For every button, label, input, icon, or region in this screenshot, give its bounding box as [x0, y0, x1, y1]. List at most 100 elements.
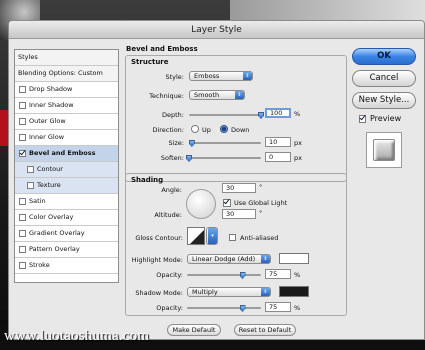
highlight-opacity-slider[interactable]	[187, 274, 261, 276]
drop-shadow-checkbox[interactable]	[19, 86, 26, 93]
style-item-label: Stroke	[29, 261, 50, 269]
anti-aliased-label: Anti-aliased	[240, 234, 279, 242]
style-item-stroke[interactable]: Stroke	[15, 258, 118, 274]
direction-down-radio[interactable]	[220, 125, 228, 133]
angle-input[interactable]: 30	[222, 183, 256, 193]
soften-slider[interactable]	[189, 157, 261, 159]
style-item-label: Inner Shadow	[29, 101, 74, 109]
shading-title: Shading	[131, 176, 164, 184]
shadow-opacity-unit: %	[294, 304, 301, 312]
style-select-value: Emboss	[194, 72, 220, 80]
new-style-button[interactable]: New Style...	[352, 92, 416, 109]
stroke-checkbox[interactable]	[19, 262, 26, 269]
chevron-updown-icon: ⇕	[261, 288, 270, 296]
style-item-color-overlay[interactable]: Color Overlay	[15, 210, 118, 226]
shadow-color-swatch[interactable]	[279, 286, 309, 297]
technique-label: Technique:	[149, 92, 184, 100]
technique-select-value: Smooth	[194, 91, 220, 99]
section-title: Bevel and Emboss	[126, 45, 198, 53]
anti-aliased-checkbox[interactable]	[229, 234, 236, 241]
cancel-button[interactable]: Cancel	[352, 70, 416, 87]
gloss-contour-label: Gloss Contour:	[135, 234, 183, 242]
style-item-outer-glow[interactable]: Outer Glow	[15, 114, 118, 130]
shadow-opacity-input[interactable]: 75	[265, 302, 291, 312]
direction-down-label: Down	[231, 126, 250, 134]
size-input[interactable]: 10	[265, 137, 291, 147]
size-slider[interactable]	[189, 142, 261, 144]
preview-checkbox[interactable]	[359, 114, 366, 123]
shadow-mode-label: Shadow Mode:	[135, 289, 183, 297]
highlight-color-swatch[interactable]	[279, 253, 309, 264]
style-item-bevel-and-emboss[interactable]: Bevel and Emboss	[15, 146, 118, 162]
styles-header[interactable]: Styles	[15, 50, 118, 66]
size-unit: px	[294, 139, 302, 147]
texture-checkbox[interactable]	[27, 182, 34, 189]
bevel-and-emboss-checkbox[interactable]	[19, 150, 26, 157]
shadow-opacity-label: Opacity:	[156, 304, 183, 312]
outer-glow-checkbox[interactable]	[19, 118, 26, 125]
use-global-light-label: Use Global Light	[234, 199, 288, 207]
shadow-opacity-slider[interactable]	[187, 307, 261, 309]
reset-to-default-button[interactable]: Reset to Default	[234, 324, 296, 336]
style-select[interactable]: Emboss ⇕	[189, 71, 253, 81]
depth-unit: %	[294, 110, 301, 118]
soften-input[interactable]: 0	[265, 152, 291, 162]
shadow-mode-value: Multiply	[192, 288, 218, 296]
soften-unit: px	[294, 154, 302, 162]
style-preview-thumbnail	[366, 132, 402, 168]
style-item-label: Texture	[37, 181, 61, 189]
make-default-button[interactable]: Make Default	[167, 324, 221, 336]
blending-options-item[interactable]: Blending Options: Custom	[15, 66, 118, 82]
style-item-satin[interactable]: Satin	[15, 194, 118, 210]
preview-swatch	[373, 139, 395, 161]
gloss-contour-picker[interactable]	[187, 227, 205, 245]
ok-button[interactable]: OK	[352, 48, 416, 65]
satin-checkbox[interactable]	[19, 198, 26, 205]
style-item-label: Drop Shadow	[29, 85, 73, 93]
style-item-label: Bevel and Emboss	[29, 149, 96, 157]
inner-glow-checkbox[interactable]	[19, 134, 26, 141]
style-item-label: Contour	[37, 165, 63, 173]
style-item-drop-shadow[interactable]: Drop Shadow	[15, 82, 118, 98]
style-item-texture[interactable]: Texture	[15, 178, 118, 194]
style-label: Style:	[165, 73, 184, 81]
depth-slider[interactable]	[189, 114, 261, 116]
preview-toggle[interactable]: Preview	[359, 114, 401, 123]
chevron-updown-icon: ⇕	[235, 91, 244, 99]
structure-title: Structure	[131, 58, 169, 66]
contour-curve-icon	[190, 230, 204, 244]
gloss-contour-dropdown[interactable]: ▾	[206, 227, 218, 245]
style-item-label: Outer Glow	[29, 117, 66, 125]
soften-label: Soften:	[160, 154, 184, 162]
highlight-mode-select[interactable]: Linear Dodge (Add) ⇕	[187, 254, 271, 264]
highlight-opacity-input[interactable]: 75	[265, 269, 291, 279]
style-item-inner-shadow[interactable]: Inner Shadow	[15, 98, 118, 114]
angle-label: Angle:	[161, 186, 182, 194]
pattern-overlay-checkbox[interactable]	[19, 246, 26, 253]
styles-list: Styles Blending Options: Custom Drop Sha…	[14, 49, 119, 283]
inner-shadow-checkbox[interactable]	[19, 102, 26, 109]
shadow-mode-select[interactable]: Multiply ⇕	[187, 287, 271, 297]
technique-select[interactable]: Smooth ⇕	[189, 90, 245, 100]
style-item-gradient-overlay[interactable]: Gradient Overlay	[15, 226, 118, 242]
direction-label: Direction:	[152, 126, 184, 134]
style-item-pattern-overlay[interactable]: Pattern Overlay	[15, 242, 118, 258]
chevron-down-icon: ▾	[208, 228, 217, 244]
contour-checkbox[interactable]	[27, 166, 34, 173]
style-item-label: Satin	[29, 197, 46, 205]
watermark-text: www.luotaoshuma.com	[4, 328, 150, 344]
color-overlay-checkbox[interactable]	[19, 214, 26, 221]
highlight-opacity-label: Opacity:	[156, 271, 183, 279]
style-item-contour[interactable]: Contour	[15, 162, 118, 178]
chevron-updown-icon: ⇕	[243, 72, 252, 80]
layer-style-dialog: Layer Style Styles Blending Options: Cus…	[8, 20, 425, 340]
gradient-overlay-checkbox[interactable]	[19, 230, 26, 237]
angle-dial[interactable]	[186, 189, 216, 219]
style-item-inner-glow[interactable]: Inner Glow	[15, 130, 118, 146]
use-global-light-checkbox[interactable]	[223, 199, 231, 207]
direction-up-radio[interactable]	[191, 125, 199, 133]
depth-input[interactable]: 100	[265, 108, 291, 118]
preview-label: Preview	[370, 114, 402, 123]
style-item-label: Gradient Overlay	[29, 229, 85, 237]
altitude-input[interactable]: 30	[222, 209, 256, 219]
